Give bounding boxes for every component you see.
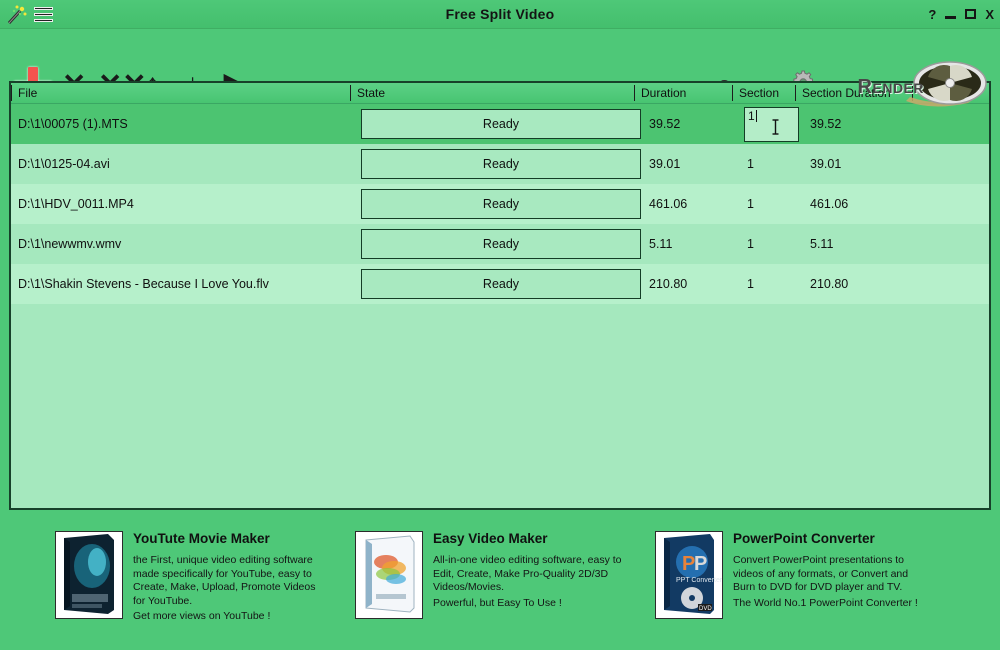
- cell-duration: 39.01: [649, 157, 681, 171]
- close-icon[interactable]: X: [985, 8, 994, 21]
- promo-item[interactable]: P P PPT Converter DVD PowerPoint Convert…: [655, 531, 985, 619]
- promo-tagline: The World No.1 PowerPoint Converter !: [733, 596, 918, 609]
- cell-section[interactable]: 1: [747, 197, 797, 211]
- cell-section-duration: 39.52: [810, 117, 842, 131]
- cell-file: D:\1\newwmv.wmv: [18, 237, 122, 251]
- cell-section[interactable]: 1: [747, 237, 797, 251]
- column-header-file[interactable]: File: [13, 86, 37, 100]
- cell-section-duration: 461.06: [810, 197, 849, 211]
- cell-file: D:\1\00075 (1).MTS: [18, 117, 128, 131]
- cell-duration: 39.52: [649, 117, 681, 131]
- table-row[interactable]: D:\1\Shakin Stevens - Because I Love You…: [11, 264, 989, 304]
- table-row[interactable]: D:\1\0125-04.avi Ready 39.01 1 39.01: [11, 144, 989, 184]
- column-header-state[interactable]: State: [352, 86, 385, 100]
- render-label: Render: [857, 76, 924, 98]
- cell-section[interactable]: 1: [747, 157, 797, 171]
- column-header-section[interactable]: Section: [734, 86, 779, 100]
- state-button[interactable]: Ready: [361, 269, 641, 299]
- promo-footer: YouTute Movie Maker the First, unique vi…: [0, 516, 1000, 650]
- help-button[interactable]: ?: [928, 8, 936, 21]
- promo-item[interactable]: Easy Video Maker All-in-one video editin…: [355, 531, 645, 619]
- table-row[interactable]: D:\1\newwmv.wmv Ready 5.11 1 5.11: [11, 224, 989, 264]
- cell-section-duration: 210.80: [810, 277, 849, 291]
- window-title: Free Split Video: [445, 6, 555, 22]
- file-list-table[interactable]: File State Duration Section Section Dura…: [9, 81, 991, 510]
- cell-file: D:\1\HDV_0011.MP4: [18, 197, 134, 211]
- cell-section[interactable]: 1: [747, 277, 797, 291]
- svg-text:DVD: DVD: [699, 606, 712, 612]
- cell-file: D:\1\0125-04.avi: [18, 157, 110, 171]
- table-row[interactable]: D:\1\00075 (1).MTS Ready 39.52 1 39.52: [11, 104, 989, 144]
- minimize-icon[interactable]: [945, 16, 957, 19]
- section-input[interactable]: 1: [744, 107, 799, 142]
- promo-description: All-in-one video editing software, easy …: [433, 554, 622, 593]
- promo-title: YouTute Movie Maker: [133, 531, 270, 546]
- state-button[interactable]: Ready: [361, 149, 641, 179]
- table-body: D:\1\00075 (1).MTS Ready 39.52 1 39.52 D:\1\0…: [11, 104, 989, 304]
- column-header-duration[interactable]: Duration: [636, 86, 686, 100]
- svg-text:P: P: [694, 553, 707, 575]
- promo-description: Convert PowerPoint presentations to vide…: [733, 554, 909, 593]
- section-input-value: 1: [748, 109, 755, 123]
- toolbar: ✕ ✕✕ ↑ ↓ ▶ Settings Render: [0, 29, 1000, 107]
- cell-duration: 5.11: [649, 237, 673, 251]
- youtube-movie-maker-box-icon: [55, 531, 123, 619]
- table-row[interactable]: D:\1\HDV_0011.MP4 Ready 461.06 1 461.06: [11, 184, 989, 224]
- state-button[interactable]: Ready: [361, 109, 641, 139]
- promo-title: Easy Video Maker: [433, 531, 548, 546]
- state-button[interactable]: Ready: [361, 229, 641, 259]
- text-caret: [755, 110, 757, 122]
- maximize-icon[interactable]: [965, 9, 977, 19]
- title-bar: Free Split Video ? X: [0, 0, 1000, 29]
- promo-item[interactable]: YouTute Movie Maker the First, unique vi…: [55, 531, 350, 624]
- promo-tagline: Powerful, but Easy To Use !: [433, 596, 562, 609]
- easy-video-maker-box-icon: [355, 531, 423, 619]
- powerpoint-converter-box-icon: P P PPT Converter DVD: [655, 531, 723, 619]
- cell-section-duration: 39.01: [810, 157, 842, 171]
- cell-file: D:\1\Shakin Stevens - Because I Love You…: [18, 277, 269, 291]
- promo-title: PowerPoint Converter: [733, 531, 875, 546]
- svg-text:PPT Converter: PPT Converter: [676, 577, 722, 584]
- promo-description: the First, unique video editing software…: [133, 554, 316, 607]
- cell-duration: 461.06: [649, 197, 688, 211]
- cell-section-duration: 5.11: [810, 237, 834, 251]
- table-header-row: File State Duration Section Section Dura…: [11, 83, 989, 104]
- promo-tagline: Get more views on YouTube !: [133, 610, 271, 622]
- window-controls: ? X: [928, 5, 994, 23]
- state-button[interactable]: Ready: [361, 189, 641, 219]
- cell-duration: 210.80: [649, 277, 688, 291]
